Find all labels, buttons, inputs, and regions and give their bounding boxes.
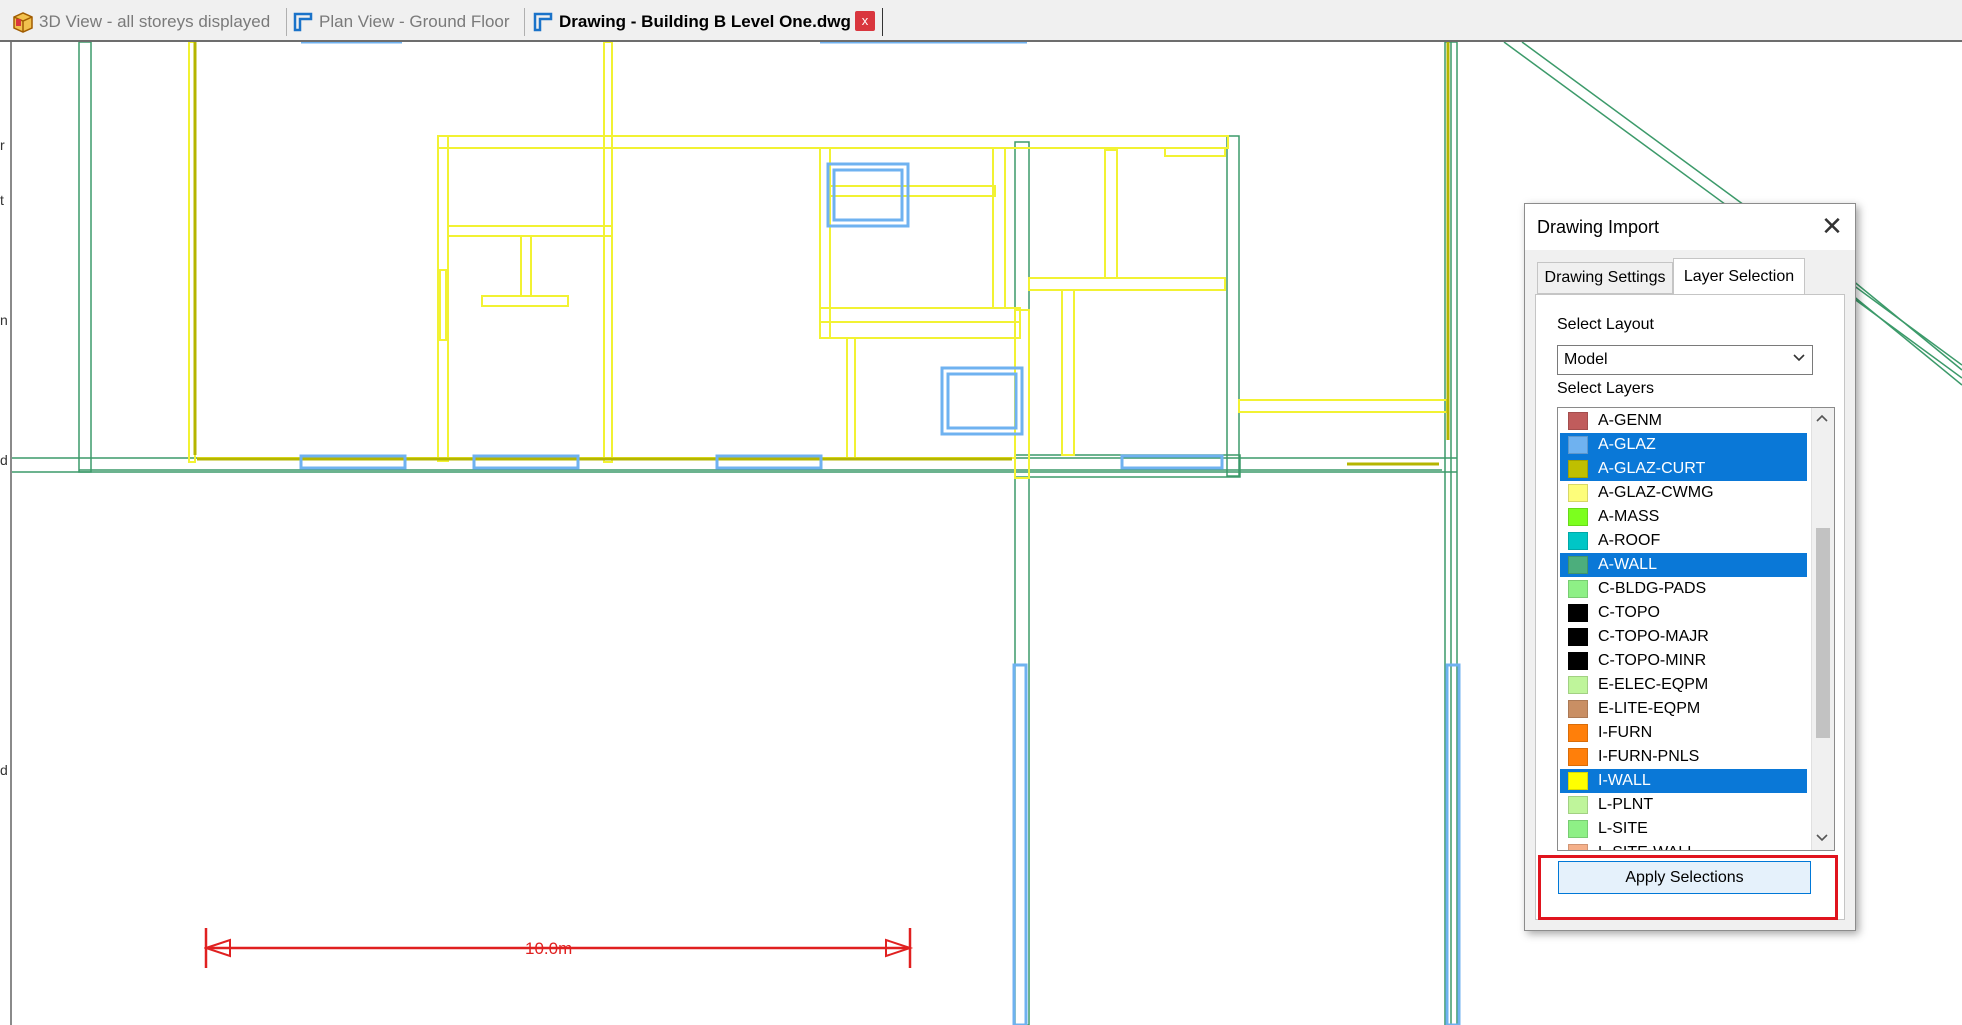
layer-color-swatch <box>1568 436 1588 454</box>
layer-name: I-FURN-PNLS <box>1598 748 1700 765</box>
document-tab-bar: 3D View - all storeys displayed Plan Vie… <box>0 0 1962 42</box>
layer-list-item[interactable]: C-BLDG-PADS <box>1560 577 1807 601</box>
left-strip-char: d <box>0 762 8 778</box>
layer-color-swatch <box>1568 844 1588 850</box>
left-strip-char: t <box>0 192 4 208</box>
layer-color-swatch <box>1568 724 1588 742</box>
tab-label: Layer Selection <box>1683 268 1795 285</box>
layer-name: L-SITE-WALL <box>1598 844 1696 850</box>
layer-list-item[interactable]: A-GLAZ-CURT <box>1560 457 1807 481</box>
tab-separator <box>286 8 287 36</box>
layer-name: C-TOPO <box>1598 604 1660 621</box>
layer-color-swatch <box>1568 772 1588 790</box>
tab-layer-selection[interactable]: Layer Selection <box>1673 258 1805 295</box>
scroll-up-icon[interactable] <box>1816 412 1828 426</box>
tab-label: 3D View - all storeys displayed <box>39 12 271 31</box>
layer-color-swatch <box>1568 676 1588 694</box>
tab-separator <box>882 8 883 36</box>
layer-list[interactable]: A-GENM A-GLAZ A-GLAZ-CURT A-GLAZ-CWMG A-MASS… <box>1557 407 1835 851</box>
tab-separator <box>524 8 525 36</box>
layer-list-item[interactable]: A-GENM <box>1560 409 1807 433</box>
dialog-titlebar[interactable]: Drawing Import ✕ <box>1525 204 1855 250</box>
layer-color-swatch <box>1568 604 1588 622</box>
layer-list-item[interactable]: L-PLNT <box>1560 793 1807 817</box>
layer-list-scrollbar[interactable] <box>1811 408 1834 850</box>
layer-color-swatch <box>1568 532 1588 550</box>
layer-list-item[interactable]: E-ELEC-EQPM <box>1560 673 1807 697</box>
layer-color-swatch <box>1568 460 1588 478</box>
layer-color-swatch <box>1568 556 1588 574</box>
scroll-down-icon[interactable] <box>1816 832 1828 846</box>
close-icon: x <box>861 13 869 28</box>
tab-drawing[interactable]: Drawing - Building B Level One.dwg <box>532 6 851 38</box>
dialog-title: Drawing Import <box>1537 217 1660 237</box>
scale-bar-label: 10.0m <box>525 939 573 958</box>
layer-list-item[interactable]: A-WALL <box>1560 553 1807 577</box>
layer-color-swatch <box>1568 700 1588 718</box>
select-layers-label: Select Layers <box>1557 380 1654 397</box>
left-panel-edge: r t n d d <box>0 42 10 1025</box>
layout-value: Model <box>1564 351 1608 368</box>
layer-color-swatch <box>1568 484 1588 502</box>
select-layout-label: Select Layout <box>1557 316 1654 333</box>
layer-list-item[interactable]: L-SITE-WALL <box>1560 841 1807 850</box>
layer-name: C-TOPO-MINR <box>1598 652 1707 669</box>
layer-list-item[interactable]: E-LITE-EQPM <box>1560 697 1807 721</box>
layer-name: A-GLAZ-CURT <box>1598 460 1706 477</box>
layer-list-item[interactable]: C-TOPO <box>1560 601 1807 625</box>
layer-name: L-PLNT <box>1598 796 1654 813</box>
layer-name: C-BLDG-PADS <box>1598 580 1707 597</box>
layer-color-swatch <box>1568 748 1588 766</box>
layer-name: A-GENM <box>1598 412 1662 429</box>
left-strip-char: r <box>0 137 5 153</box>
layer-list-item[interactable]: C-TOPO-MAJR <box>1560 625 1807 649</box>
layer-color-swatch <box>1568 412 1588 430</box>
layer-list-item[interactable]: I-FURN <box>1560 721 1807 745</box>
layer-color-swatch <box>1568 508 1588 526</box>
layer-color-swatch <box>1568 652 1588 670</box>
annotation-highlight-box <box>1538 855 1838 920</box>
drawing-import-dialog: Drawing Import ✕ Drawing Settings Layer … <box>1524 203 1856 931</box>
tab-plan-view[interactable]: Plan View - Ground Floor <box>292 6 510 38</box>
tab-3d-view[interactable]: 3D View - all storeys displayed <box>12 6 270 38</box>
layer-name: C-TOPO-MAJR <box>1598 628 1709 645</box>
layer-list-item[interactable]: A-ROOF <box>1560 529 1807 553</box>
layer-color-swatch <box>1568 820 1588 838</box>
layer-list-item[interactable]: C-TOPO-MINR <box>1560 649 1807 673</box>
layer-name: A-GLAZ-CWMG <box>1598 484 1714 501</box>
close-tab-button[interactable]: x <box>855 11 875 31</box>
tab-drawing-settings[interactable]: Drawing Settings <box>1537 262 1673 294</box>
layer-color-swatch <box>1568 628 1588 646</box>
layer-list-item[interactable]: A-MASS <box>1560 505 1807 529</box>
tab-label: Drawing - Building B Level One.dwg <box>559 12 851 31</box>
scrollbar-thumb[interactable] <box>1816 528 1830 738</box>
layer-name: I-WALL <box>1598 772 1651 789</box>
tab-label: Plan View - Ground Floor <box>319 12 510 31</box>
left-strip-char: n <box>0 312 8 328</box>
layer-name: A-MASS <box>1598 508 1660 525</box>
plan-view-icon <box>292 11 314 33</box>
layer-list-item[interactable]: A-GLAZ-CWMG <box>1560 481 1807 505</box>
layer-list-item[interactable]: A-GLAZ <box>1560 433 1807 457</box>
layer-list-item[interactable]: I-WALL <box>1560 769 1807 793</box>
chevron-down-icon <box>1792 350 1806 367</box>
layer-color-swatch <box>1568 796 1588 814</box>
layer-name: A-GLAZ <box>1598 436 1656 453</box>
layer-name: A-WALL <box>1598 556 1657 573</box>
layout-dropdown[interactable]: Model <box>1557 345 1813 375</box>
layer-name: E-ELEC-EQPM <box>1598 676 1709 693</box>
left-strip-char: d <box>0 452 8 468</box>
layer-color-swatch <box>1568 580 1588 598</box>
cube-icon <box>12 11 34 33</box>
layer-list-item[interactable]: L-SITE <box>1560 817 1807 841</box>
layer-name: A-ROOF <box>1598 532 1661 549</box>
layer-name: L-SITE <box>1598 820 1648 837</box>
layer-name: I-FURN <box>1598 724 1653 741</box>
close-icon[interactable]: ✕ <box>1819 213 1845 240</box>
tab-label: Drawing Settings <box>1544 269 1666 286</box>
layer-list-item[interactable]: I-FURN-PNLS <box>1560 745 1807 769</box>
layer-name: E-LITE-EQPM <box>1598 700 1701 717</box>
drawing-icon <box>532 11 554 33</box>
